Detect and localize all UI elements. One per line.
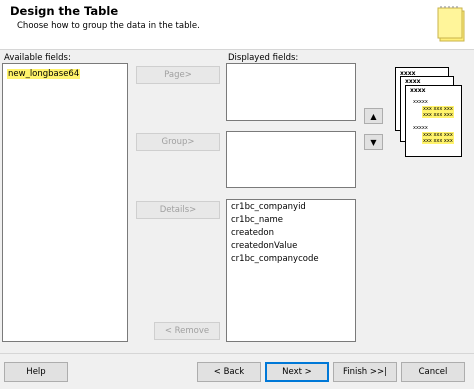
notepad-icon xyxy=(437,5,466,43)
list-item[interactable]: cr1bc_name xyxy=(231,214,283,226)
details-fields-list[interactable]: cr1bc_companyid cr1bc_name createdon cre… xyxy=(226,199,356,342)
list-item[interactable]: createdon xyxy=(231,227,274,239)
next-button[interactable]: Next > xyxy=(265,362,329,382)
layout-preview: xxxx xxxx xxxx xxxxx xxx xxx xxx xxx xxx… xyxy=(395,67,462,157)
preview-detail-text: xxxxx xyxy=(413,99,428,105)
preview-group-text: xxxx xyxy=(405,78,421,85)
field-new-longbase64[interactable]: new_longbase64 xyxy=(7,69,81,79)
page-title: Design the Table xyxy=(10,4,119,18)
page-subtitle: Choose how to group the data in the tabl… xyxy=(17,21,200,31)
available-fields-list[interactable]: new_longbase64 xyxy=(2,63,128,342)
details-button[interactable]: Details> xyxy=(136,201,220,219)
group-button[interactable]: Group> xyxy=(136,133,220,151)
page-fields-list[interactable] xyxy=(226,63,356,121)
finish-button[interactable]: Finish >>| xyxy=(333,362,397,382)
back-button[interactable]: < Back xyxy=(197,362,261,382)
preview-detail-text: xxxxx xyxy=(413,125,428,131)
displayed-fields-label: Displayed fields: xyxy=(228,53,299,63)
preview-row: xxx xxx xxx xyxy=(422,138,454,144)
list-item[interactable]: cr1bc_companycode xyxy=(231,253,319,265)
preview-row: xxx xxx xxx xyxy=(422,112,454,118)
wizard-header: Design the Table Choose how to group the… xyxy=(0,0,474,50)
remove-button[interactable]: < Remove xyxy=(154,322,220,340)
arrow-down-icon: ▼ xyxy=(370,137,377,147)
move-down-button[interactable]: ▼ xyxy=(364,134,383,150)
list-item[interactable]: new_longbase64 xyxy=(7,68,81,80)
footer-divider xyxy=(0,353,474,354)
list-item[interactable]: cr1bc_companyid xyxy=(231,201,306,213)
group-fields-list[interactable] xyxy=(226,131,356,188)
move-up-button[interactable]: ▲ xyxy=(364,108,383,124)
list-item[interactable]: createdonValue xyxy=(231,240,297,252)
cancel-button[interactable]: Cancel xyxy=(401,362,465,382)
help-button[interactable]: Help xyxy=(4,362,68,382)
arrow-up-icon: ▲ xyxy=(370,111,377,121)
preview-subgroup-text: xxxx xyxy=(410,87,426,94)
page-button[interactable]: Page> xyxy=(136,66,220,84)
preview-details: xxxx xxxxx xxx xxx xxx xxx xxx xxx xxxxx… xyxy=(405,85,462,157)
available-fields-label: Available fields: xyxy=(4,53,71,63)
